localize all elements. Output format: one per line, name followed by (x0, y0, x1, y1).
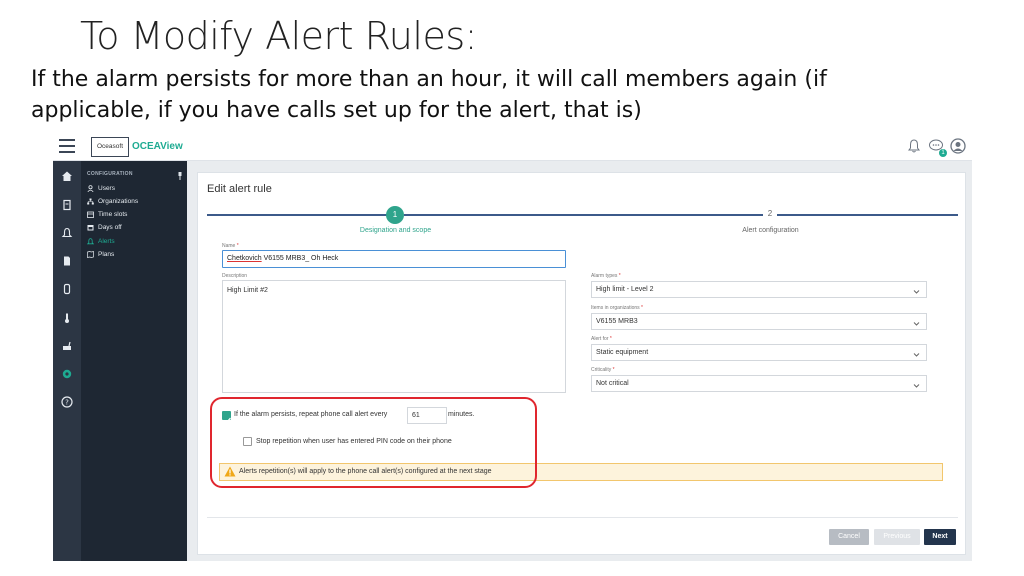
sidebar-item-label: Days off (98, 224, 122, 231)
chat-icon[interactable]: 1 (928, 138, 947, 157)
sidebar-item-label: Alerts (98, 238, 115, 245)
sidebar-section-title: CONFIGURATION (87, 171, 133, 177)
sidebar-item-plans[interactable]: Plans (87, 251, 114, 258)
alarm-types-label: Alarm types * (591, 273, 621, 279)
description-textarea[interactable]: High Limit #2 (222, 280, 566, 393)
home-icon[interactable] (61, 169, 73, 181)
pin-icon[interactable] (177, 167, 183, 180)
chevron-down-icon (913, 318, 920, 326)
logo-box: Oceasoft (91, 137, 129, 157)
report-icon[interactable] (61, 254, 73, 266)
map-icon (87, 251, 94, 258)
top-bar: Oceasoft OCEAView 1 (53, 133, 972, 161)
calendar-icon (87, 224, 94, 231)
stepper-line (404, 214, 958, 216)
slide-subtitle: If the alarm persists for more than an h… (31, 67, 827, 123)
stepper-line (207, 214, 387, 216)
bell-icon[interactable] (906, 138, 922, 154)
notification-badge: 1 (939, 149, 947, 157)
chevron-down-icon (913, 286, 920, 294)
step-2-label: Alert configuration (742, 227, 799, 234)
svg-text:?: ? (65, 399, 69, 407)
step-1-label: Designation and scope (359, 227, 432, 234)
sidebar-item-time-slots[interactable]: Time slots (87, 211, 127, 218)
app-window: Oceasoft OCEAView 1 ? CONFIGURATION User… (53, 133, 972, 561)
logo-text: OCEAView (132, 141, 183, 152)
highlight-annotation (210, 397, 537, 488)
help-icon[interactable]: ? (61, 395, 73, 408)
sidebar-item-label: Organizations (98, 198, 139, 205)
next-button[interactable]: Next (924, 529, 956, 545)
name-label: Name * (222, 243, 239, 249)
user-avatar-icon[interactable] (950, 138, 966, 154)
sidebar-item-label: Time slots (98, 211, 128, 218)
sidebar-item-alerts[interactable]: Alerts (86, 238, 115, 245)
items-select[interactable]: V6155 MRB3 (591, 313, 927, 330)
alert-for-select[interactable]: Static equipment (591, 344, 927, 361)
previous-button[interactable]: Previous (874, 529, 920, 545)
top-bar-icons: 1 (906, 138, 966, 157)
step-2-indicator[interactable]: 2 (763, 209, 777, 218)
settings-gear-icon[interactable] (61, 367, 73, 379)
description-label: Description (222, 273, 248, 279)
icon-rail: ? (53, 161, 81, 561)
criticality-select[interactable]: Not critical (591, 375, 927, 392)
criticality-label: Criticality * (591, 367, 615, 373)
thermometer-icon[interactable] (61, 311, 73, 323)
name-input[interactable]: Chetkovich V6155 MRB3_ Oh Heck (222, 250, 566, 268)
sidebar-item-days-off[interactable]: Days off (87, 224, 122, 231)
edit-alert-card: Edit alert rule 1 2 Designation and scop… (197, 172, 966, 555)
sidebar-item-label: Users (98, 185, 115, 192)
config-sidebar: CONFIGURATION Users Organizations Time s… (81, 161, 187, 561)
gateway-icon[interactable] (61, 339, 73, 351)
step-1-indicator[interactable]: 1 (386, 206, 404, 224)
slide-title: To Modify Alert Rules: (80, 14, 477, 58)
user-icon (87, 185, 94, 193)
alert-bell-icon[interactable] (61, 226, 73, 238)
device-icon[interactable] (61, 282, 73, 295)
sidebar-item-organizations[interactable]: Organizations (87, 198, 138, 205)
items-label: Items in organizations * (591, 305, 643, 311)
footer-divider (207, 517, 958, 518)
alert-for-label: Alert for * (591, 336, 612, 342)
sidebar-item-label: Plans (98, 251, 115, 258)
cancel-button[interactable]: Cancel (829, 529, 869, 545)
document-icon[interactable] (61, 198, 73, 211)
form-title: Edit alert rule (207, 183, 272, 195)
alarm-types-select[interactable]: High limit - Level 2 (591, 281, 927, 298)
org-icon (87, 198, 94, 205)
sidebar-item-users[interactable]: Users (87, 185, 115, 193)
chevron-down-icon (913, 380, 920, 388)
bell-icon (86, 238, 95, 245)
timeslot-icon (87, 211, 94, 218)
chevron-down-icon (913, 349, 920, 357)
menu-icon[interactable] (59, 139, 75, 153)
